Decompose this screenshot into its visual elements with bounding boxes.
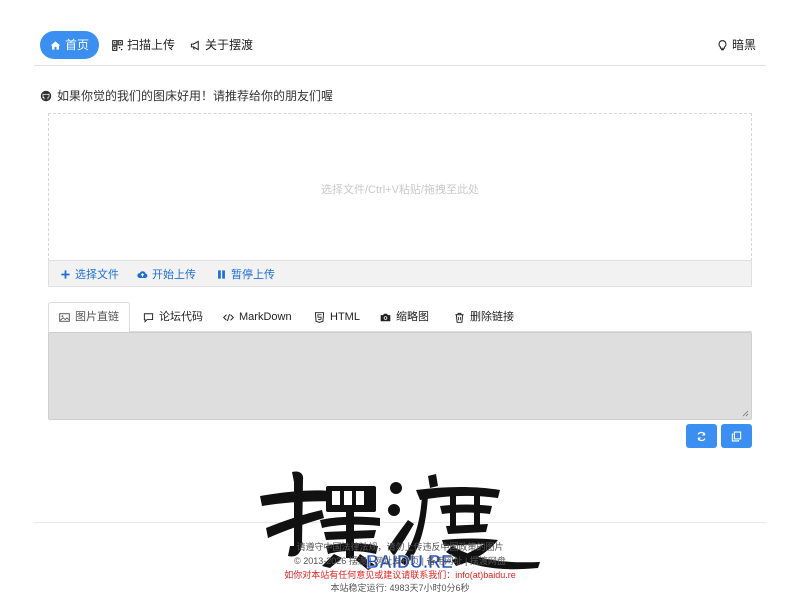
nav-about[interactable]: 关于摆渡	[190, 31, 253, 59]
tab-forum-label: 论坛代码	[159, 310, 203, 323]
link-output-textarea[interactable]	[48, 332, 752, 420]
tab-html[interactable]: HTML	[304, 302, 370, 332]
top-nav: 首页 扫描上传 关于摆渡 暗黑	[34, 28, 766, 66]
footer-compliance-notice: 请遵守中国法律法规，请勿上传违反中国政策的图片	[296, 542, 504, 552]
tab-markdown-label: MarkDown	[239, 310, 292, 323]
select-file-label: 选择文件	[75, 269, 119, 281]
upload-toolbar: 选择文件 开始上传 暂停上传	[48, 260, 752, 287]
recommend-text: 如果你觉的我们的图床好用！请推荐给你的朋友们喔	[57, 89, 334, 103]
select-file-button[interactable]: 选择文件	[60, 266, 119, 282]
image-icon	[59, 313, 70, 322]
tab-thumbnail[interactable]: 缩略图	[370, 302, 439, 332]
comment-icon	[143, 312, 154, 323]
dropzone-hint: 选择文件/Ctrl+V粘贴/拖拽至此处	[321, 184, 479, 196]
nav-scan-upload[interactable]: 扫描上传	[112, 31, 175, 59]
refresh-icon	[697, 431, 706, 441]
nav-about-label: 关于摆渡	[205, 38, 254, 52]
nav-scan-label: 扫描上传	[127, 38, 176, 52]
trash-icon	[455, 312, 464, 323]
footer-copyright-links[interactable]: © 2013-2026 摆渡 | 网址发布页 | 备用网址 | 摆渡网盘	[0, 554, 800, 567]
qrcode-icon	[112, 39, 123, 51]
upload-dropzone[interactable]: 选择文件/Ctrl+V粘贴/拖拽至此处	[48, 113, 752, 261]
start-upload-label: 开始上传	[152, 269, 196, 281]
nav-home-label: 首页	[64, 38, 89, 52]
pause-icon	[218, 269, 225, 279]
tab-forum-code[interactable]: 论坛代码	[133, 302, 213, 332]
start-upload-button[interactable]: 开始上传	[137, 266, 196, 282]
resize-grip-icon[interactable]	[741, 409, 749, 417]
bullhorn-icon	[190, 39, 199, 51]
plus-icon	[61, 269, 70, 279]
html5-icon	[314, 311, 325, 323]
cloud-upload-icon	[137, 270, 148, 278]
tab-thumbnail-label: 缩略图	[396, 310, 429, 323]
tab-delete-label: 删除链接	[470, 310, 514, 323]
tab-direct-link[interactable]: 图片直链	[48, 302, 130, 333]
theme-toggle[interactable]: 暗黑	[717, 31, 756, 59]
link-format-tabs: 图片直链 论坛代码 MarkDown HTML 缩略图 删除链接	[48, 302, 752, 333]
tab-markdown[interactable]: MarkDown	[213, 302, 302, 332]
nav-home[interactable]: 首页	[40, 31, 99, 59]
home-icon	[50, 40, 61, 50]
tab-direct-label: 图片直链	[75, 311, 119, 323]
copy-button[interactable]	[721, 424, 752, 448]
tab-html-label: HTML	[330, 310, 360, 323]
refresh-button[interactable]	[686, 424, 717, 448]
pause-upload-label: 暂停上传	[231, 269, 275, 281]
lightbulb-icon	[718, 39, 727, 50]
camera-icon	[380, 313, 391, 321]
copy-icon	[731, 430, 742, 442]
theme-toggle-label: 暗黑	[731, 38, 756, 52]
pause-upload-button[interactable]: 暂停上传	[216, 266, 275, 282]
recommend-note: 如果你觉的我们的图床好用！请推荐给你的朋友们喔	[40, 87, 333, 104]
footer-uptime: 本站稳定运行: 4983天7小时0分6秒	[330, 583, 470, 593]
tab-delete-link[interactable]: 删除链接	[444, 302, 524, 332]
footer-contact[interactable]: 如你对本站有任何意见或建议请联系我们：info(at)baidu.re	[0, 568, 800, 581]
code-icon	[223, 313, 234, 321]
github-icon	[40, 90, 52, 101]
